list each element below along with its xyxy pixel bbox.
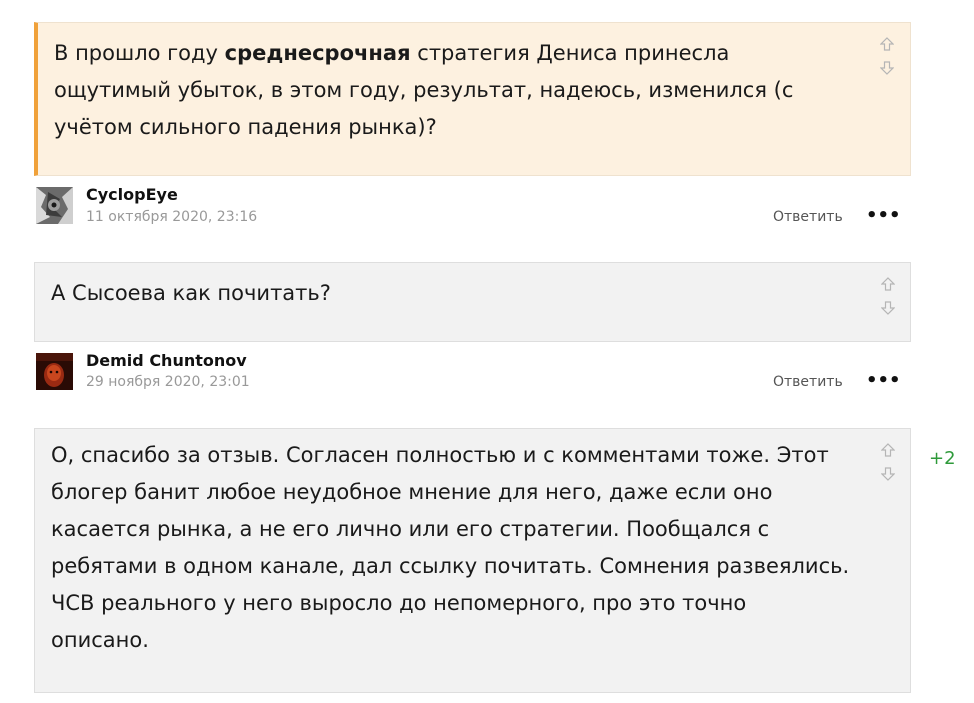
comment-3: О, спасибо за отзыв. Согласен полностью … (34, 428, 911, 693)
comment-date[interactable]: 11 октября 2020, 23:16 (86, 209, 257, 225)
comment-text-part: В прошло году (54, 41, 225, 65)
comment-text: В прошло году среднесрочная стратегия Де… (54, 35, 850, 146)
upvote-icon[interactable] (880, 37, 894, 51)
comment-1: В прошло году среднесрочная стратегия Де… (34, 22, 911, 176)
comment-2: А Сысоева как почитать? (34, 262, 911, 342)
comment-text: О, спасибо за отзыв. Согласен полностью … (51, 443, 850, 652)
upvote-icon[interactable] (881, 277, 895, 291)
comment-text: А Сысоева как почитать? (51, 281, 331, 305)
reply-button[interactable]: Ответить (773, 209, 843, 225)
reply-button[interactable]: Ответить (773, 374, 843, 390)
more-options-button[interactable]: ••• (866, 205, 901, 226)
comment-date[interactable]: 29 ноября 2020, 23:01 (86, 374, 250, 390)
comment-score: +2 (929, 448, 956, 469)
downvote-icon[interactable] (881, 467, 895, 481)
avatar[interactable] (36, 187, 73, 224)
downvote-icon[interactable] (881, 301, 895, 315)
more-options-button[interactable]: ••• (866, 370, 901, 391)
downvote-icon[interactable] (880, 61, 894, 75)
author-name[interactable]: CyclopEye (86, 185, 178, 204)
author-name[interactable]: Demid Chuntonov (86, 351, 247, 370)
upvote-icon[interactable] (881, 443, 895, 457)
avatar[interactable] (36, 353, 73, 390)
comment-text-bold: среднесрочная (224, 41, 411, 65)
